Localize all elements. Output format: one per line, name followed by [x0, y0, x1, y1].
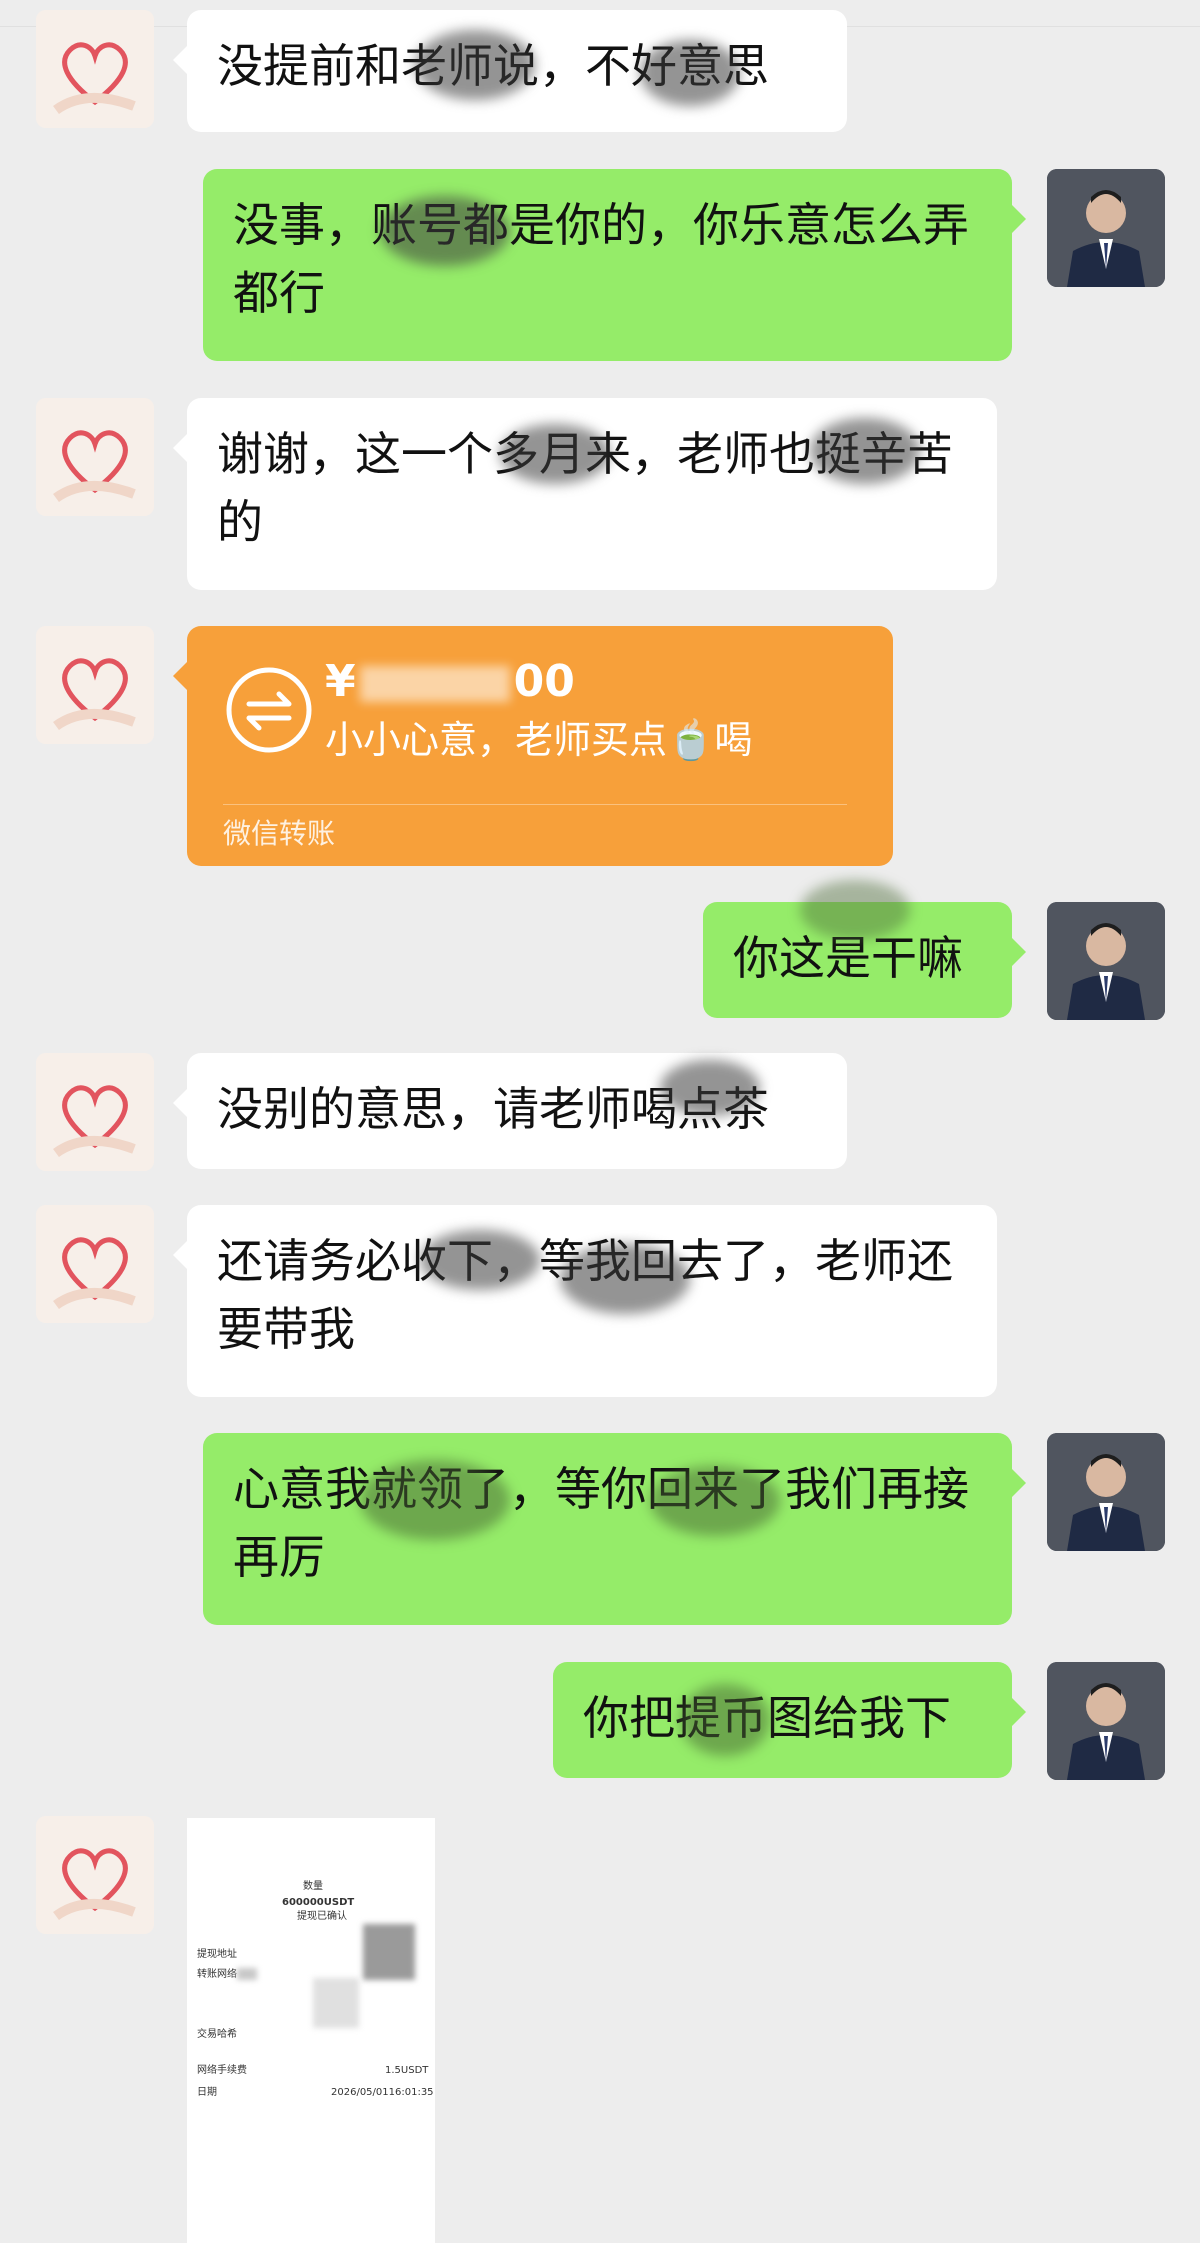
redaction-smudge [560, 1244, 690, 1314]
redaction-smudge [415, 30, 535, 100]
contact-avatar[interactable] [36, 1205, 154, 1323]
heart-hands-icon [36, 626, 154, 744]
heart-hands-icon [36, 1205, 154, 1323]
person-avatar-icon [1047, 902, 1165, 1020]
self-avatar[interactable] [1047, 1433, 1165, 1551]
redaction-smudge [640, 40, 740, 106]
transfer-arrows-icon [226, 667, 312, 753]
heart-hands-icon [36, 1053, 154, 1171]
amount-currency: ¥ [325, 656, 356, 707]
redaction-smudge [360, 1460, 510, 1540]
person-avatar-icon [1047, 169, 1165, 287]
heart-hands-icon [36, 10, 154, 128]
transfer-label: 微信转账 [223, 817, 336, 850]
receipt-fee-value: 1.5USDT [385, 2065, 429, 2076]
amount-tail: 00 [513, 656, 575, 707]
self-avatar[interactable] [1047, 169, 1165, 287]
redacted-address [363, 1924, 415, 1980]
redaction-smudge [800, 880, 910, 940]
redaction-smudge [810, 418, 920, 484]
receipt-network-label: 转账网络 [197, 1969, 237, 1980]
redaction-smudge [680, 1684, 770, 1756]
redaction-smudge [500, 424, 610, 484]
person-avatar-icon [1047, 1662, 1165, 1780]
redaction-smudge [380, 196, 510, 266]
transfer-memo: 小小心意，老师买点🍵喝 [325, 718, 753, 762]
receipt-qty-label: 数量 [303, 1881, 323, 1892]
redacted-area [313, 1978, 359, 2028]
message-bubble-8[interactable]: 心意我就领了，等你回来了我们再接再厉 [203, 1433, 1026, 1625]
receipt-fee-label: 网络手续费 [197, 2065, 247, 2076]
receipt-qty-value: 600000USDT [282, 1897, 355, 1908]
receipt-status: 提现已确认 [297, 1911, 347, 1922]
contact-avatar[interactable] [36, 1053, 154, 1171]
transfer-amount: ¥00 [325, 654, 575, 710]
receipt-date-label: 日期 [197, 2087, 217, 2098]
receipt-date-value: 2026/05/0116:01:35 [331, 2087, 434, 2098]
redaction-smudge [650, 1466, 780, 1536]
receipt-address-label: 提现地址 [197, 1949, 237, 1960]
wechat-transfer-card[interactable]: ¥00 小小心意，老师买点🍵喝 微信转账 [173, 626, 893, 866]
withdrawal-screenshot-image[interactable]: 数量 600000USDT 提现已确认 提现地址 转账网络 交易哈希 网络手续费… [187, 1818, 435, 2243]
redaction-smudge [420, 1230, 540, 1290]
contact-avatar[interactable] [36, 1816, 154, 1934]
transfer-divider [223, 804, 847, 805]
receipt-tx-label: 交易哈希 [197, 2029, 237, 2040]
message-bubble-9[interactable]: 你把提币图给我下 [553, 1662, 1026, 1778]
self-avatar[interactable] [1047, 1662, 1165, 1780]
message-bubble-2[interactable]: 没事，账号都是你的，你乐意怎么弄都行 [203, 169, 1026, 361]
heart-hands-icon [36, 1816, 154, 1934]
contact-avatar[interactable] [36, 10, 154, 128]
amount-redacted [359, 666, 510, 702]
self-avatar[interactable] [1047, 902, 1165, 1020]
person-avatar-icon [1047, 1433, 1165, 1551]
heart-hands-icon [36, 398, 154, 516]
contact-avatar[interactable] [36, 398, 154, 516]
message-text: 没事，账号都是你的，你乐意怎么弄都行 [233, 198, 969, 320]
redaction-smudge [660, 1060, 760, 1116]
redacted-network [237, 1968, 257, 1980]
contact-avatar[interactable] [36, 626, 154, 744]
message-text: 心意我就领了，等你回来了我们再接再厉 [233, 1462, 969, 1584]
